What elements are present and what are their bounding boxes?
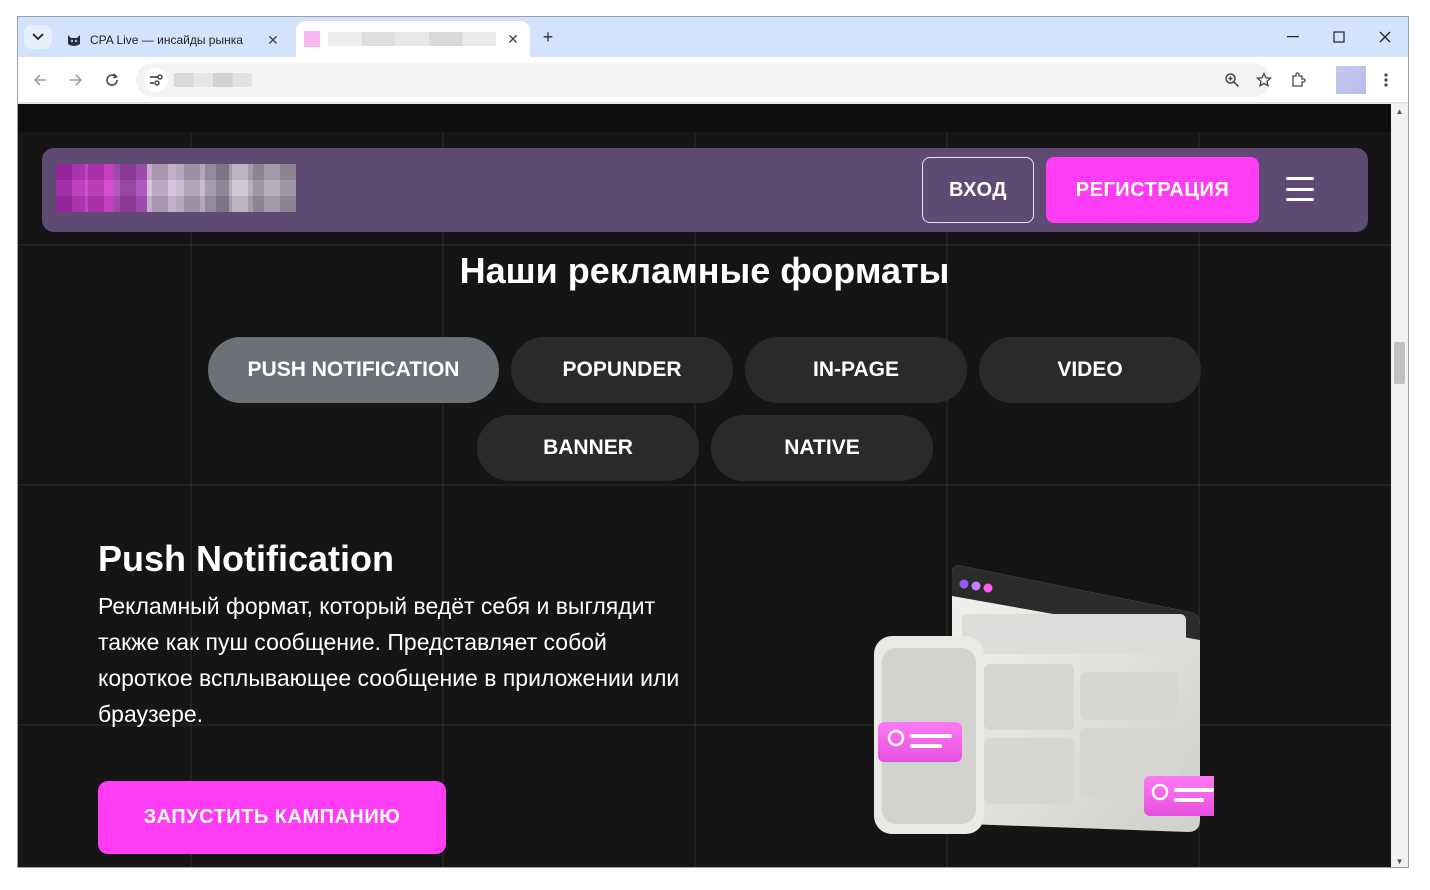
menu-button[interactable] (1372, 66, 1400, 94)
extensions-button[interactable] (1284, 66, 1312, 94)
tab-title: CPA Live — инсайды рынка (90, 33, 243, 47)
hamburger-menu-icon[interactable] (1286, 177, 1314, 201)
format-tab-native[interactable]: NATIVE (711, 415, 933, 481)
scroll-up-arrow-icon[interactable]: ▲ (1391, 104, 1408, 118)
tab-active[interactable]: ✕ (296, 21, 530, 57)
tab-title-blurred (328, 32, 496, 46)
cat-favicon-icon (66, 32, 82, 48)
maximize-icon (1333, 31, 1345, 43)
new-tab-button[interactable]: + (536, 26, 560, 48)
site-logo[interactable] (56, 164, 296, 212)
tab-cpa-live[interactable]: CPA Live — инсайды рынка ✕ (58, 23, 290, 57)
register-button[interactable]: РЕГИСТРАЦИЯ (1046, 157, 1259, 223)
push-notification-illustration (874, 565, 1214, 834)
scrollbar-thumb[interactable] (1394, 342, 1405, 384)
reload-icon (106, 73, 118, 86)
site-info-icon[interactable] (144, 68, 168, 92)
format-tab-push[interactable]: PUSH NOTIFICATION (208, 337, 499, 403)
format-tab-in-page[interactable]: IN-PAGE (745, 337, 967, 403)
format-tab-popunder[interactable]: POPUNDER (511, 337, 733, 403)
page-viewport: ВХОД РЕГИСТРАЦИЯ Наши рекламные форматы … (18, 104, 1391, 867)
feature-description: Рекламный формат, который ведёт себя и в… (98, 593, 680, 727)
feature-title: Push Notification (98, 538, 394, 579)
close-icon[interactable]: ✕ (504, 30, 522, 48)
maximize-button[interactable] (1316, 17, 1362, 57)
tab-search-button[interactable] (24, 25, 52, 49)
minimize-button[interactable] (1270, 17, 1316, 57)
kebab-menu-icon (1384, 73, 1388, 87)
browser-toolbar (18, 57, 1408, 103)
scroll-down-arrow-icon[interactable]: ▼ (1391, 854, 1408, 867)
chevron-down-icon (32, 33, 44, 41)
profile-avatar[interactable] (1336, 66, 1366, 94)
puzzle-icon (1292, 72, 1306, 87)
address-bar[interactable] (136, 63, 1272, 97)
login-button[interactable]: ВХОД (922, 157, 1034, 223)
url-text-blurred (174, 73, 252, 87)
site-header: ВХОД РЕГИСТРАЦИЯ (42, 148, 1368, 232)
arrow-left-icon (33, 74, 46, 86)
close-window-button[interactable] (1362, 17, 1408, 57)
arrow-right-icon (70, 74, 83, 86)
browser-window: CPA Live — инсайды рынка ✕ ✕ + ВХОД РЕГИ… (17, 16, 1409, 868)
forward-button[interactable] (62, 66, 90, 94)
launch-campaign-button[interactable]: ЗАПУСТИТЬ КАМПАНИЮ (98, 781, 446, 854)
close-icon (1379, 31, 1391, 43)
format-tab-banner[interactable]: BANNER (477, 415, 699, 481)
vertical-scrollbar[interactable]: ▲ ▼ (1391, 104, 1408, 867)
tab-bar: CPA Live — инсайды рынка ✕ ✕ + (18, 17, 1408, 57)
back-button[interactable] (26, 66, 54, 94)
top-band (18, 104, 1391, 132)
minimize-icon (1287, 36, 1299, 38)
reload-button[interactable] (98, 66, 126, 94)
site-favicon-icon (304, 31, 320, 47)
bookmark-star-icon[interactable] (1252, 68, 1276, 92)
section-heading: Наши рекламные форматы (459, 250, 950, 291)
format-tab-video[interactable]: VIDEO (979, 337, 1201, 403)
zoom-icon[interactable] (1220, 68, 1244, 92)
close-icon[interactable]: ✕ (264, 31, 282, 49)
